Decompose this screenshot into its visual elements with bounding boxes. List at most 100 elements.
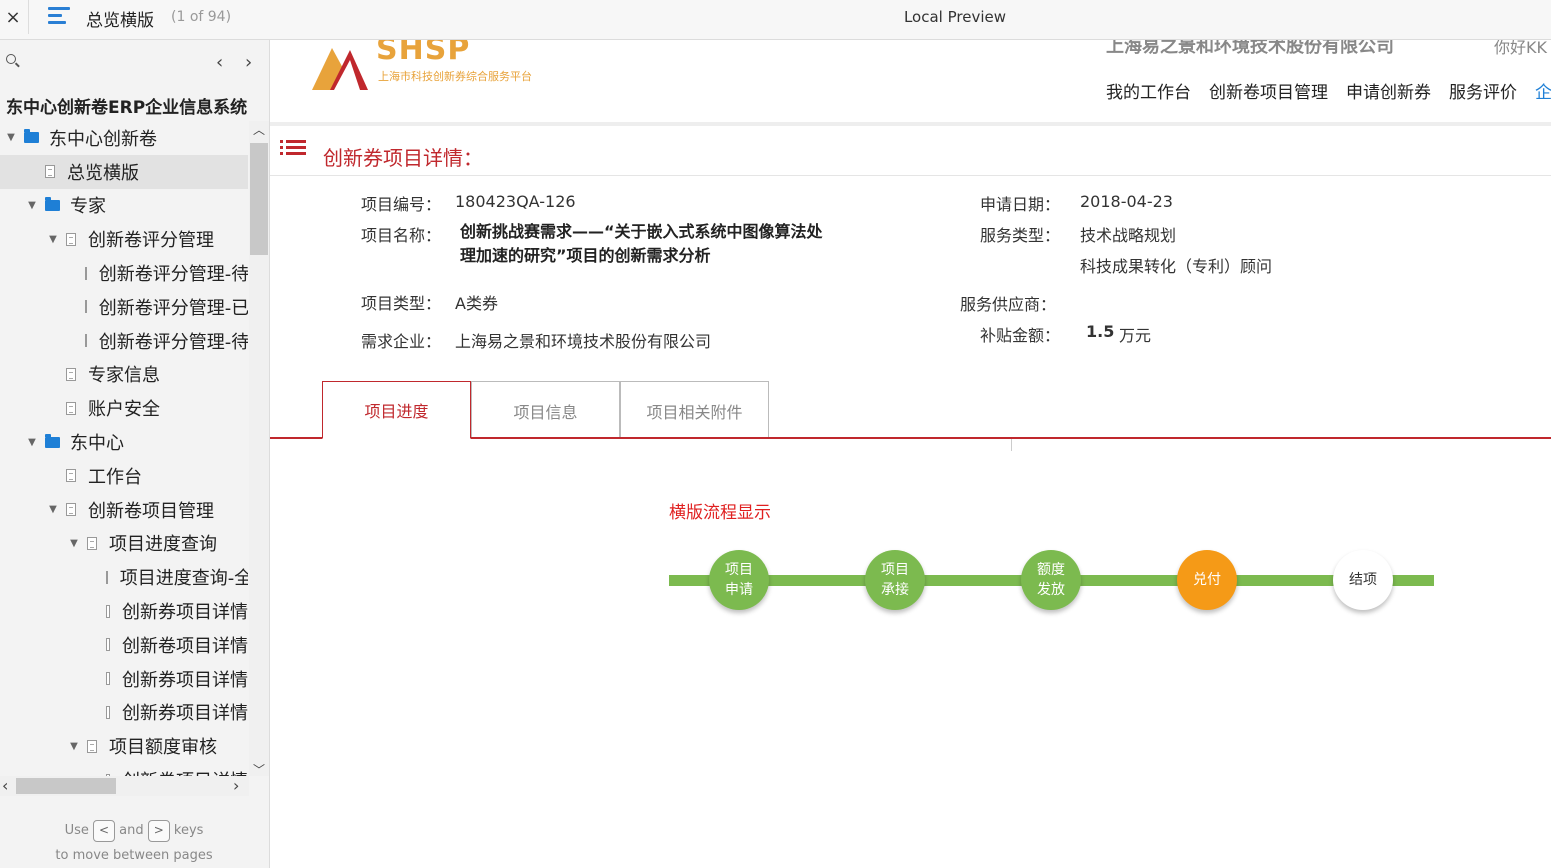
- sidebar-item-label: 专家信息: [88, 365, 160, 387]
- subsidy-unit: 万元: [1119, 326, 1152, 345]
- top-nav: 我的工作台 创新卷项目管理 申请创新券 服务评价 企: [1106, 78, 1551, 103]
- sidebar-tree-item[interactable]: ▼创新券项目详情: [0, 594, 248, 628]
- scroll-down-icon[interactable]: ﹀: [253, 761, 265, 778]
- sidebar-tree-item[interactable]: ▼专家信息: [0, 358, 248, 392]
- sidebar: ‹ › 东中心创新卷ERP企业信息系统 ▼东中心创新卷▼总览横版▼专家▼创新卷评…: [0, 40, 270, 868]
- sidebar-tree-item[interactable]: ▼创新卷评分管理-待: [0, 256, 248, 290]
- page-icon: [105, 705, 110, 719]
- service-value: 科技成果转化（专利）顾问: [1080, 257, 1273, 276]
- company-label: 需求企业：: [361, 332, 442, 351]
- search-icon[interactable]: [6, 54, 22, 70]
- list-icon: [280, 140, 306, 160]
- logo-text: SHSP: [376, 40, 471, 67]
- flow-step: 兑付: [1177, 550, 1237, 610]
- flow-step: 项目 申请: [709, 550, 769, 610]
- expand-arrow-icon[interactable]: ▼: [69, 538, 79, 549]
- sidebar-tree-item[interactable]: ▼ 项目额度审核: [0, 729, 248, 763]
- nav-project-management[interactable]: 创新卷项目管理: [1209, 78, 1328, 103]
- project-heading: 东中心创新卷ERP企业信息系统: [6, 98, 248, 118]
- sidebar-item-label: 创新券项目详情: [122, 703, 248, 725]
- nav-apply-voucher[interactable]: 申请创新券: [1346, 78, 1431, 103]
- sidebar-tree-item[interactable]: ▼项目进度查询-全: [0, 560, 248, 594]
- name-label: 项目名称：: [361, 226, 442, 245]
- page-icon: [84, 266, 87, 280]
- flow-step-label: 额度: [1037, 562, 1065, 578]
- nav-workbench[interactable]: 我的工作台: [1106, 78, 1191, 103]
- top-bar: × 总览横版 (1 of 94) Local Preview: [0, 0, 1551, 40]
- tab-progress[interactable]: 项目进度: [322, 381, 471, 439]
- tab-attachments[interactable]: 项目相关附件: [620, 381, 769, 439]
- sidebar-tree-item[interactable]: ▼创新卷项目详情: [0, 628, 248, 662]
- page-icon: [105, 604, 110, 618]
- tab-info[interactable]: 项目信息: [471, 381, 620, 439]
- page-icon: [66, 232, 76, 246]
- company-name: 上海易之景和环境技术股份有限公司: [1106, 40, 1394, 57]
- flow-step-label: 项目: [881, 562, 909, 578]
- expand-arrow-icon[interactable]: ▼: [69, 741, 79, 752]
- expand-arrow-icon[interactable]: ▼: [27, 437, 37, 448]
- preview-title: Local Preview: [903, 8, 1007, 26]
- provider-label: 服务供应商：: [960, 295, 1057, 314]
- keyboard-hint: Use < and > keys to move between pages: [0, 818, 268, 868]
- sidebar-tree-item[interactable]: ▼工作台: [0, 459, 248, 493]
- code-label: 项目编号：: [361, 195, 442, 214]
- sidebar-tree-item[interactable]: ▼ 创新卷评分管理: [0, 222, 248, 256]
- sidebar-item-label: 工作台: [88, 466, 142, 488]
- page-icon: [84, 300, 87, 314]
- sidebar-tree-item[interactable]: ▼总览横版: [0, 154, 248, 189]
- user-greeting: 你好KK: [1494, 40, 1547, 57]
- page-icon: [66, 367, 76, 381]
- left-key-icon: <: [93, 819, 115, 842]
- vertical-scrollbar[interactable]: ︿ ﹀: [249, 121, 269, 778]
- folder-icon: [24, 129, 39, 144]
- sidebar-tree-item[interactable]: ▼创新卷评分管理-已: [0, 290, 248, 324]
- sidebar-item-label: 东中心创新卷: [49, 128, 157, 150]
- scroll-right-icon[interactable]: ›: [233, 776, 239, 795]
- sidebar-tree-item[interactable]: ▼ 东中心创新卷: [0, 121, 248, 155]
- right-key-icon: >: [147, 819, 170, 842]
- scrollbar-thumb[interactable]: [250, 143, 268, 255]
- flow-title: 横版流程显示: [669, 503, 771, 523]
- sidebar-item-label: 创新卷评分管理-待: [98, 331, 248, 353]
- sidebar-tree-item[interactable]: ▼创新券项目详情: [0, 662, 248, 696]
- divider: [1011, 439, 1012, 451]
- type-label: 项目类型：: [361, 294, 442, 313]
- prev-page-button[interactable]: ‹: [216, 52, 223, 73]
- flow-step-label: 结项: [1349, 572, 1377, 588]
- flow-step: 项目 承接: [865, 550, 925, 610]
- preview-area: SHSP 上海市科技创新券综合服务平台 上海易之景和环境技术股份有限公司 你好K…: [270, 40, 1551, 868]
- expand-arrow-icon[interactable]: ▼: [48, 234, 58, 245]
- sidebar-tree-item[interactable]: ▼创新卷项目详情: [0, 763, 248, 776]
- next-page-button[interactable]: ›: [245, 52, 252, 73]
- expand-arrow-icon[interactable]: ▼: [48, 504, 58, 515]
- scroll-left-icon[interactable]: ‹: [2, 776, 8, 795]
- sidebar-tree-item[interactable]: ▼ 专家: [0, 189, 248, 223]
- logo-subtitle: 上海市科技创新券综合服务平台: [378, 70, 532, 83]
- scroll-up-icon[interactable]: ︿: [253, 121, 265, 138]
- sidebar-item-label: 专家: [70, 196, 106, 218]
- sidebar-tree-item[interactable]: ▼创新券项目详情: [0, 696, 248, 730]
- sidebar-item-label: 创新卷评分管理-待: [98, 264, 248, 286]
- sidebar-tree-item[interactable]: ▼账户安全: [0, 391, 248, 425]
- hint-text: Use: [64, 823, 89, 838]
- date-value: 2018-04-23: [1080, 192, 1173, 211]
- page-icon: [105, 638, 110, 652]
- sidebar-item-label: 创新卷项目详情: [122, 635, 248, 657]
- sidebar-tree-item[interactable]: ▼ 创新卷项目管理: [0, 493, 248, 527]
- expand-arrow-icon[interactable]: ▼: [27, 200, 37, 211]
- nav-enterprise[interactable]: 企: [1535, 78, 1551, 103]
- sidebar-tree-item[interactable]: ▼ 项目进度查询: [0, 527, 248, 561]
- nav-service-evaluation[interactable]: 服务评价: [1449, 78, 1517, 103]
- page-icon: [45, 165, 55, 179]
- page-icon: [84, 334, 87, 348]
- sidebar-item-label: 创新卷项目详情: [122, 767, 248, 776]
- flow-step-label: 项目: [725, 562, 753, 578]
- page-icon: [105, 570, 108, 584]
- hint-text: to move between pages: [55, 848, 213, 863]
- expand-arrow-icon[interactable]: ▼: [6, 132, 16, 143]
- horizontal-scrollbar[interactable]: ‹ ›: [0, 776, 249, 796]
- sidebar-tree-item[interactable]: ▼创新卷评分管理-待: [0, 324, 248, 358]
- sidebar-item-label: 项目进度查询: [109, 534, 217, 556]
- sidebar-tree-item[interactable]: ▼ 东中心: [0, 425, 248, 459]
- scrollbar-thumb[interactable]: [16, 778, 116, 794]
